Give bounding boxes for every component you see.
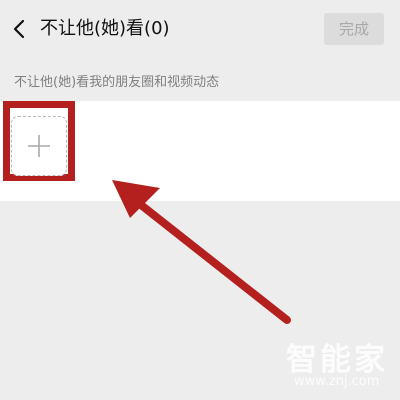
watermark-logo: 智能家	[286, 342, 388, 378]
back-chevron-icon	[13, 19, 25, 39]
watermark-url: www.znj.com	[294, 374, 380, 389]
page-title: 不让他(她)看(0)	[40, 18, 170, 39]
add-member-button[interactable]	[11, 116, 67, 176]
section-label: 不让他(她)看我的朋友圈和视频动态	[14, 75, 220, 90]
header-bar: 不让他(她)看(0) 完成	[0, 0, 400, 58]
back-button[interactable]	[10, 16, 32, 42]
done-button[interactable]: 完成	[324, 13, 384, 45]
plus-icon	[28, 135, 50, 157]
